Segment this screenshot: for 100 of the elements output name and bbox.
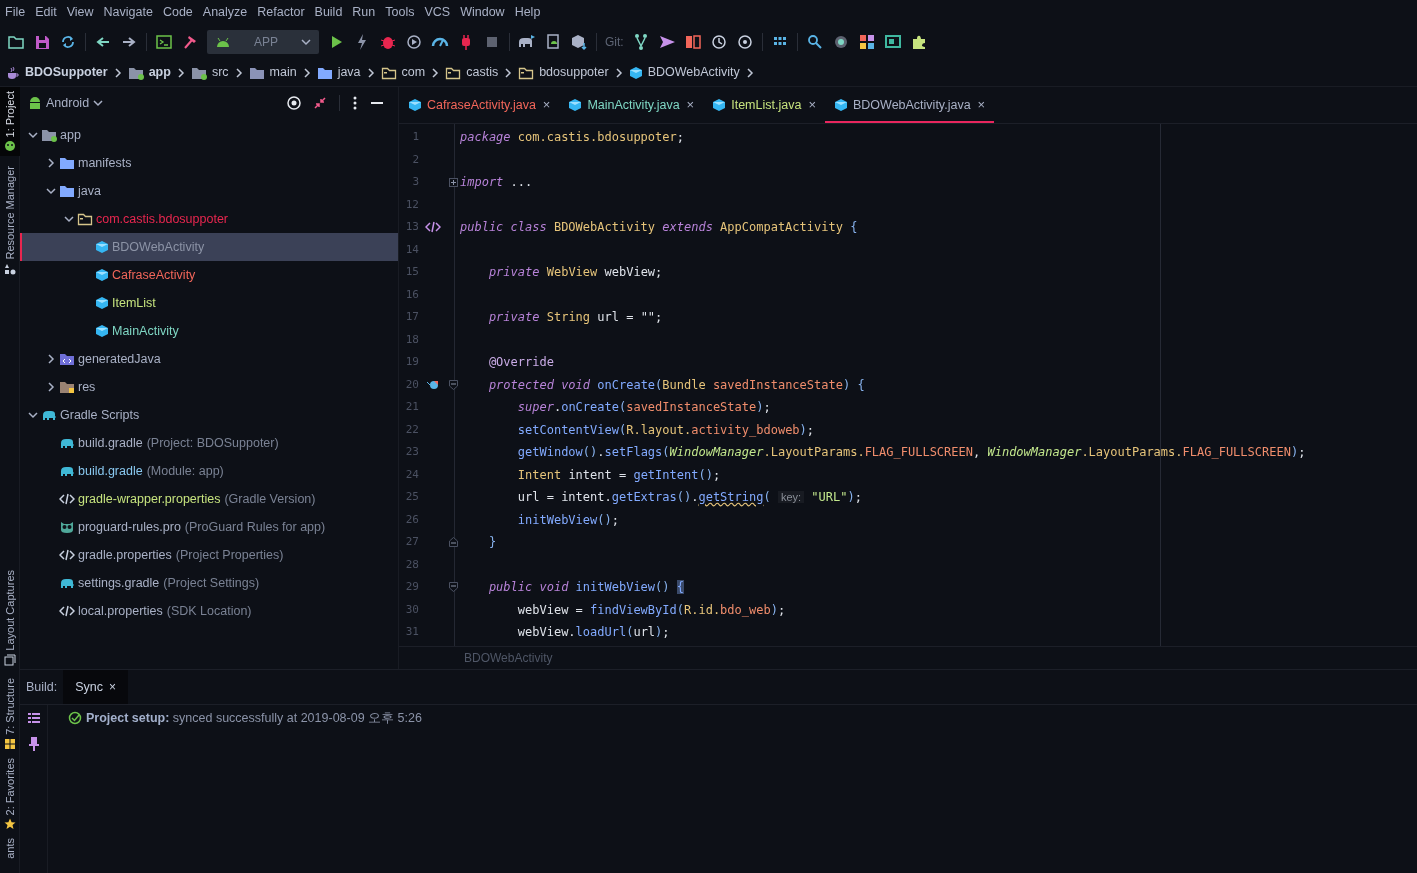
- chevron-down-icon[interactable]: [28, 410, 38, 420]
- chevron-right-icon[interactable]: [46, 382, 56, 392]
- tree-item-detail: (Module: app): [146, 462, 224, 480]
- editor-tab[interactable]: ItemList.java ×: [703, 89, 825, 123]
- code-line: private String url = "";: [487, 309, 663, 327]
- breadcrumb-item[interactable]: castis: [443, 59, 501, 86]
- code-line: private WebView webView;: [487, 264, 663, 282]
- target-icon[interactable]: [286, 95, 302, 111]
- breadcrumb-item[interactable]: BDOWebActivity: [626, 59, 742, 86]
- fold-marker-icon[interactable]: [448, 582, 458, 593]
- tree-item[interactable]: ItemList: [20, 289, 398, 317]
- menu-item[interactable]: VCS: [421, 3, 454, 22]
- code-line: super.onCreate(savedInstanceState);: [516, 399, 771, 417]
- menu-item[interactable]: Analyze: [199, 3, 251, 22]
- tree-item[interactable]: com.castis.bdosuppoter: [20, 205, 398, 233]
- fold-marker-icon[interactable]: [448, 537, 458, 548]
- fold-plus-icon[interactable]: [448, 177, 458, 187]
- menu-item[interactable]: Help: [511, 3, 544, 22]
- tree-item-detail: (Project Settings): [163, 574, 260, 592]
- chevron-down-icon[interactable]: [28, 130, 38, 140]
- menu-item[interactable]: Code: [159, 3, 196, 22]
- resource-folder-icon: [59, 380, 75, 394]
- menu-item[interactable]: Navigate: [100, 3, 156, 22]
- breadcrumb-item[interactable]: java: [314, 59, 363, 86]
- circle-play-icon[interactable]: [404, 32, 424, 52]
- close-tab-icon[interactable]: ×: [977, 95, 986, 115]
- line-number: 28: [404, 556, 419, 573]
- collapse-icon[interactable]: [312, 95, 328, 111]
- breadcrumb-item[interactable]: com: [378, 59, 428, 86]
- tree-item[interactable]: generatedJava: [20, 345, 398, 373]
- tree-item[interactable]: res: [20, 373, 398, 401]
- chevron-right-icon[interactable]: [46, 158, 56, 168]
- editor-tab[interactable]: MainActivity.java ×: [559, 89, 704, 123]
- menu-item[interactable]: Refactor: [254, 3, 308, 22]
- menu-item[interactable]: Tools: [382, 3, 418, 22]
- build-tab[interactable]: Sync ×: [63, 670, 129, 704]
- tool-window-tab[interactable]: 1: Project: [0, 87, 20, 157]
- tree-item[interactable]: MainActivity: [20, 317, 398, 345]
- close-tab-icon[interactable]: ×: [686, 95, 695, 115]
- tool-window-tab[interactable]: ants: [0, 834, 19, 864]
- tool-window-tab[interactable]: 7: Structure: [0, 674, 19, 754]
- line-number: 14: [404, 241, 419, 258]
- tree-item[interactable]: build.gradle (Project: BDOSuppoter): [20, 429, 398, 457]
- code-tag-icon: [59, 492, 75, 506]
- tree-item[interactable]: manifests: [20, 149, 398, 177]
- tool-window-tab[interactable]: Layout Captures: [0, 566, 20, 670]
- breadcrumb-item[interactable]: BDOSuppoter: [4, 59, 110, 86]
- pin-icon[interactable]: [28, 737, 39, 751]
- terminal-icon[interactable]: [154, 32, 174, 52]
- owl-icon: [59, 520, 75, 534]
- editor-tab[interactable]: CafraseActivity.java ×: [399, 89, 560, 123]
- class-icon: [833, 98, 848, 112]
- tool-window-tab[interactable]: 2: Favorites: [0, 753, 19, 835]
- star-icon: [4, 818, 16, 831]
- breadcrumb-item[interactable]: src: [188, 59, 231, 86]
- menu-item[interactable]: File: [2, 3, 29, 22]
- module-folder-icon: [190, 65, 207, 80]
- breadcrumb-item[interactable]: bdosuppoter: [516, 59, 611, 86]
- close-tab-icon[interactable]: ×: [808, 95, 816, 115]
- tree-item[interactable]: java: [20, 177, 398, 205]
- menu-item[interactable]: Run: [349, 3, 379, 22]
- tree-item[interactable]: app: [20, 121, 398, 149]
- close-tab-icon[interactable]: ×: [109, 678, 117, 696]
- code-line: getWindow().setFlags(WindowManager.LayoutParams.FLAG_FULLSCREEN, WindowManager.LayoutParams.FLAG_FULLSCREEN);: [516, 444, 1306, 462]
- tree-item[interactable]: local.properties (SDK Location): [20, 597, 398, 625]
- caret-icon: [93, 99, 104, 107]
- menu-item[interactable]: View: [63, 3, 97, 22]
- view-selector[interactable]: Android: [28, 93, 104, 113]
- tool-window-tab[interactable]: Resource Manager: [0, 162, 20, 280]
- tree-item[interactable]: settings.gradle (Project Settings): [20, 569, 398, 597]
- class-icon: [408, 98, 422, 112]
- list-icon[interactable]: [27, 713, 40, 723]
- tree-item[interactable]: build.gradle (Module: app): [20, 457, 398, 485]
- package-folder-icon: [518, 65, 535, 80]
- close-tab-icon[interactable]: ×: [542, 95, 551, 115]
- folder-icon: [59, 184, 75, 198]
- chevron-down-icon[interactable]: [46, 186, 56, 196]
- tree-item[interactable]: proguard-rules.pro (ProGuard Rules for app): [20, 513, 398, 541]
- chevron-right-icon[interactable]: [46, 354, 56, 364]
- tree-item[interactable]: CafraseActivity: [20, 261, 398, 289]
- breadcrumb-item[interactable]: app: [125, 59, 173, 86]
- menu-item[interactable]: Build: [311, 3, 346, 22]
- line-number: 29: [404, 579, 419, 595]
- line-number: 3: [411, 174, 419, 190]
- breadcrumb-item[interactable]: main: [246, 59, 299, 86]
- code-tag-icon: [59, 548, 75, 562]
- chevron-down-icon[interactable]: [64, 214, 74, 224]
- tree-item-detail: (SDK Location): [166, 602, 252, 620]
- code-line: import ...: [460, 174, 533, 192]
- fold-marker-icon[interactable]: [448, 379, 458, 390]
- menu-item[interactable]: Edit: [32, 3, 60, 22]
- tree-item[interactable]: gradle.properties (Project Properties): [20, 541, 398, 569]
- shapes-icon: [4, 263, 16, 276]
- editor-tab[interactable]: BDOWebActivity.java ×: [824, 89, 995, 123]
- line-number: 17: [404, 309, 419, 325]
- menu-item[interactable]: Window: [457, 3, 508, 22]
- tree-item[interactable]: Gradle Scripts: [20, 401, 398, 429]
- tree-item[interactable]: gradle-wrapper.properties (Gradle Version): [20, 485, 398, 513]
- more-options-icon[interactable]: [352, 95, 358, 111]
- box-download-icon[interactable]: [569, 32, 589, 52]
